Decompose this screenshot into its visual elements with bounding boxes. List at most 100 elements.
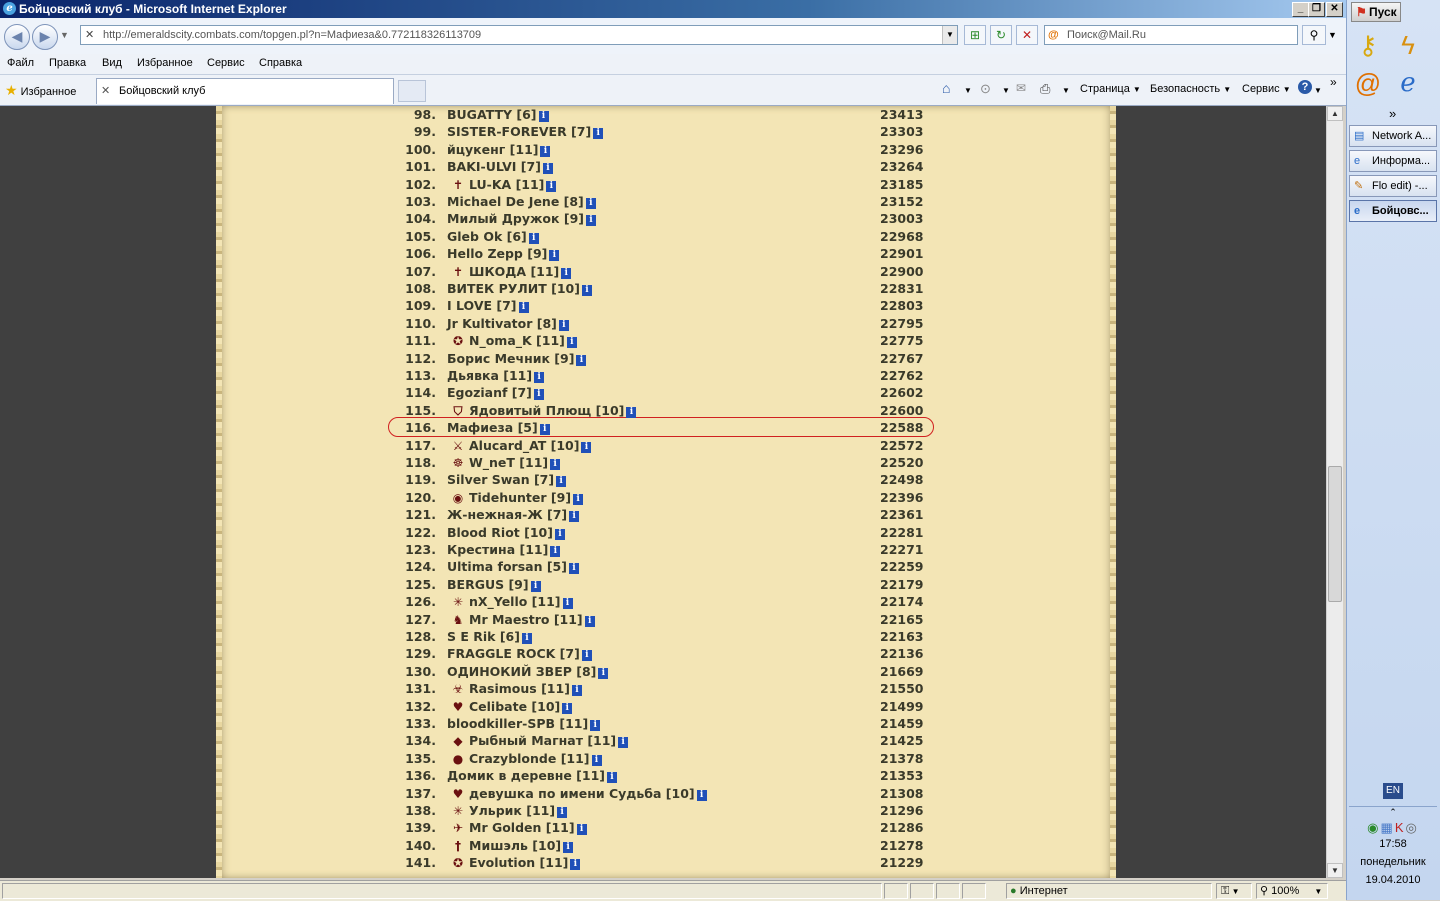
- chevron-more-icon[interactable]: »: [1330, 75, 1337, 89]
- search-input[interactable]: Поиск@Mail.Ru: [1067, 26, 1146, 44]
- mailru-agent-icon[interactable]: @: [1351, 66, 1385, 100]
- home-dropdown-icon[interactable]: ▼: [964, 86, 972, 95]
- player-name[interactable]: Ultima forsan [5]: [447, 559, 567, 574]
- player-name[interactable]: BERGUS [9]: [447, 577, 529, 592]
- menu-view[interactable]: Вид: [102, 57, 122, 69]
- info-icon[interactable]: i: [584, 616, 595, 627]
- clan-emblem-icon[interactable]: ♥: [447, 699, 469, 714]
- print-dropdown-icon[interactable]: ▼: [1062, 86, 1070, 95]
- address-bar[interactable]: ✕ http://emeraldscity.combats.com/topgen…: [80, 25, 958, 45]
- info-icon[interactable]: i: [590, 720, 601, 731]
- player-name[interactable]: Alucard_AT [10]: [469, 438, 579, 453]
- tools-menu[interactable]: Сервис ▼: [1242, 83, 1291, 95]
- scroll-thumb[interactable]: [1328, 466, 1342, 602]
- player-name[interactable]: Мишэль [10]: [469, 838, 561, 853]
- info-icon[interactable]: i: [598, 668, 609, 679]
- speaker-tray-icon[interactable]: ◎: [1405, 820, 1418, 835]
- task-info[interactable]: e Информа...: [1349, 150, 1437, 172]
- player-name[interactable]: Борис Мечник [9]: [447, 351, 574, 366]
- info-icon[interactable]: i: [534, 372, 545, 383]
- player-name[interactable]: ВИТЕК РУЛИТ [10]: [447, 281, 580, 296]
- clan-emblem-icon[interactable]: ⛉: [447, 403, 469, 418]
- player-name[interactable]: Rasimous [11]: [469, 681, 570, 696]
- info-icon[interactable]: i: [533, 389, 544, 400]
- player-name[interactable]: девушка по имени Судьба [10]: [469, 786, 695, 801]
- clan-emblem-icon[interactable]: ♥: [447, 786, 469, 801]
- player-name[interactable]: Evolution [11]: [469, 855, 568, 870]
- menu-help[interactable]: Справка: [259, 57, 302, 69]
- player-name[interactable]: SISTER-FOREVER [7]: [447, 124, 591, 139]
- maximize-button[interactable]: ❐: [1308, 2, 1325, 17]
- tab-active[interactable]: ✕ Бойцовский клуб: [96, 78, 394, 104]
- info-icon[interactable]: i: [581, 650, 592, 661]
- info-icon[interactable]: i: [576, 355, 587, 366]
- info-icon[interactable]: i: [550, 459, 561, 470]
- task-network[interactable]: ▤ Network A...: [1349, 125, 1437, 147]
- player-name[interactable]: Michael De Jene [8]: [447, 194, 584, 209]
- clan-emblem-icon[interactable]: ✳: [447, 594, 469, 609]
- player-name[interactable]: LU-KA [11]: [469, 177, 544, 192]
- clan-emblem-icon[interactable]: ◆: [447, 733, 469, 748]
- info-icon[interactable]: i: [562, 703, 573, 714]
- clan-emblem-icon[interactable]: ◉: [447, 490, 469, 505]
- info-icon[interactable]: i: [568, 563, 579, 574]
- player-name[interactable]: Крестина [11]: [447, 542, 548, 557]
- page-menu[interactable]: Страница ▼: [1080, 83, 1141, 95]
- feeds-dropdown-icon[interactable]: ▼: [1002, 86, 1010, 95]
- close-button[interactable]: ✕: [1326, 2, 1343, 17]
- info-icon[interactable]: i: [571, 685, 582, 696]
- player-name[interactable]: Tidehunter [9]: [469, 490, 571, 505]
- info-icon[interactable]: i: [554, 529, 565, 540]
- info-icon[interactable]: i: [561, 268, 572, 279]
- player-name[interactable]: Дьявка [11]: [447, 368, 532, 383]
- help-icon[interactable]: ?: [1298, 80, 1312, 94]
- search-box[interactable]: @ Поиск@Mail.Ru: [1044, 25, 1298, 45]
- info-icon[interactable]: i: [518, 302, 529, 313]
- player-name[interactable]: Ядовитый Плющ [10]: [469, 403, 624, 418]
- player-name[interactable]: BUGATTY [6]: [447, 107, 537, 122]
- player-name[interactable]: FRAGGLE ROCK [7]: [447, 646, 580, 661]
- clan-emblem-icon[interactable]: ☣: [447, 681, 469, 696]
- info-icon[interactable]: i: [550, 546, 561, 557]
- search-icon[interactable]: ⚲: [1302, 25, 1326, 45]
- forward-button[interactable]: ▶: [32, 24, 58, 50]
- player-name[interactable]: Ульрик [11]: [469, 803, 555, 818]
- info-icon[interactable]: i: [546, 181, 557, 192]
- address-dropdown-icon[interactable]: ▼: [942, 26, 957, 44]
- info-icon[interactable]: i: [607, 772, 617, 783]
- info-icon[interactable]: i: [521, 633, 532, 644]
- clan-emblem-icon[interactable]: ✝: [447, 264, 469, 279]
- info-icon[interactable]: i: [556, 476, 567, 487]
- scroll-up-button[interactable]: ▲: [1327, 106, 1343, 121]
- start-button[interactable]: ⚑ Пуск: [1351, 2, 1401, 22]
- info-icon[interactable]: i: [593, 128, 604, 139]
- info-icon[interactable]: i: [563, 842, 574, 853]
- clan-emblem-icon[interactable]: ✈: [447, 820, 469, 835]
- minimize-button[interactable]: _: [1292, 2, 1309, 17]
- home-icon[interactable]: ⌂: [942, 80, 950, 96]
- vertical-scrollbar[interactable]: ▲ ▼: [1326, 106, 1343, 878]
- player-name[interactable]: ШКОДА [11]: [469, 264, 559, 279]
- info-icon[interactable]: i: [573, 494, 584, 505]
- player-name[interactable]: Ж-нежная-Ж [7]: [447, 507, 567, 522]
- player-name[interactable]: BAKI-ULVI [7]: [447, 159, 541, 174]
- player-name[interactable]: Рыбный Магнат [11]: [469, 733, 616, 748]
- clan-emblem-icon[interactable]: ⚔: [447, 438, 469, 453]
- player-name[interactable]: Mr Maestro [11]: [469, 612, 583, 627]
- player-name[interactable]: Egozianf [7]: [447, 385, 532, 400]
- safety-menu[interactable]: Безопасность ▼: [1150, 83, 1231, 95]
- favorites-button[interactable]: ★ Избранное: [5, 82, 76, 99]
- info-icon[interactable]: i: [581, 285, 592, 296]
- info-icon[interactable]: i: [528, 233, 539, 244]
- quicklaunch-more-icon[interactable]: »: [1389, 106, 1396, 121]
- info-icon[interactable]: i: [581, 442, 592, 453]
- info-icon[interactable]: i: [585, 198, 596, 209]
- clock-time[interactable]: 17:58: [1349, 838, 1437, 850]
- info-icon[interactable]: i: [570, 859, 581, 870]
- new-tab-button[interactable]: [398, 80, 426, 102]
- compatibility-icon[interactable]: ⊞: [964, 25, 986, 45]
- key-app-icon[interactable]: ⚷: [1351, 28, 1385, 62]
- info-icon[interactable]: i: [557, 807, 568, 818]
- tray-expand-icon[interactable]: ⌃: [1349, 807, 1437, 818]
- stop-icon[interactable]: ✕: [1016, 25, 1038, 45]
